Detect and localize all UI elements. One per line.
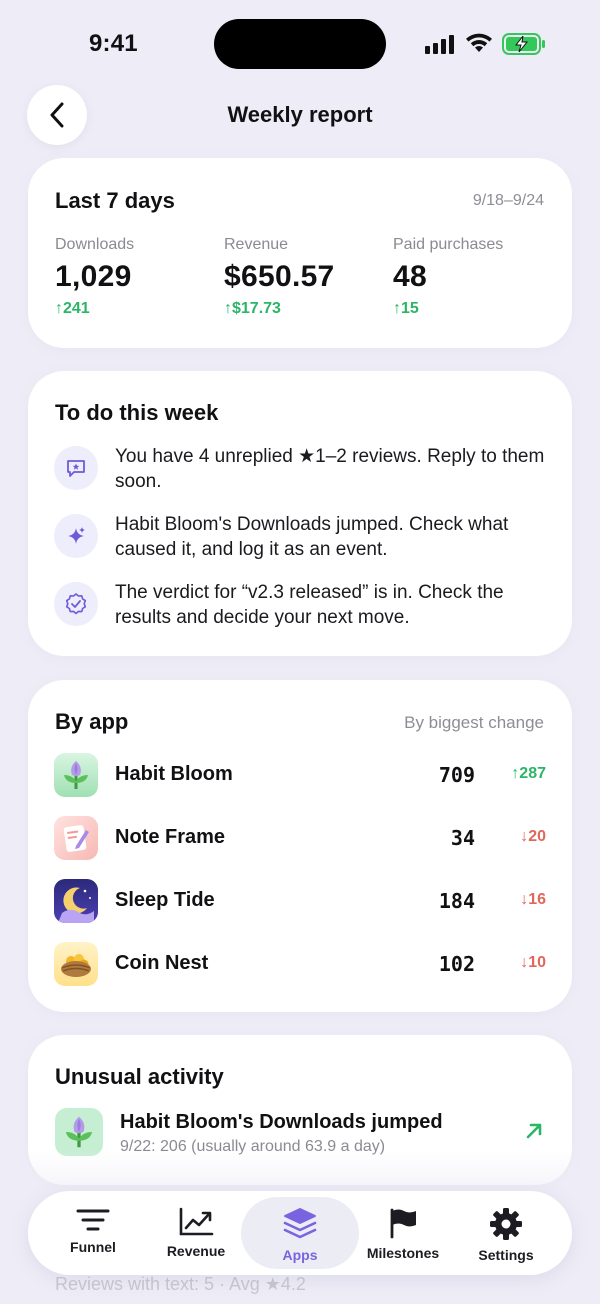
metric-label: Paid purchases	[393, 236, 504, 253]
metric-value: 48	[393, 260, 427, 293]
todo-text: The verdict for “v2.3 released” is in. C…	[115, 582, 504, 628]
tab-label: Revenue	[166, 1243, 226, 1259]
app-change: ↓20	[520, 828, 546, 845]
app-row-coin-nest[interactable]: Coin Nest 102 ↓10	[54, 942, 546, 986]
app-value: 184	[438, 889, 475, 913]
summary-card: Last 7 days 9/18–9/24 Downloads 1,029 ↑2…	[28, 158, 572, 348]
metric-change: ↑241	[55, 300, 90, 317]
todo-item-downloads-jump[interactable]: Habit Bloom's Downloads jumped. Check wh…	[54, 514, 554, 562]
app-row-habit-bloom[interactable]: Habit Bloom 709 ↑287	[54, 753, 546, 797]
app-row-sleep-tide[interactable]: Sleep Tide 184 ↓16	[54, 879, 546, 923]
by-app-card: By app By biggest change Habit Bloom 709…	[28, 680, 572, 1012]
app-name: Habit Bloom	[115, 763, 233, 785]
tab-funnel[interactable]: Funnel	[41, 1191, 145, 1275]
metric-change: ↑$17.73	[224, 300, 281, 317]
habit-bloom-app-icon	[55, 1108, 103, 1156]
dynamic-island	[214, 19, 386, 69]
by-app-title: By app	[55, 709, 129, 734]
app-change: ↓10	[520, 954, 546, 971]
tab-label: Milestones	[366, 1245, 440, 1261]
gear-icon	[490, 1208, 522, 1240]
sparkle-icon	[54, 514, 98, 558]
metric-change: ↑15	[393, 300, 419, 317]
apps-stack-icon	[283, 1208, 317, 1239]
metric-downloads: Downloads 1,029 ↑241	[55, 236, 134, 318]
app-row-note-frame[interactable]: Note Frame 34 ↓20	[54, 816, 546, 860]
todo-text: You have 4 unreplied ★1–2 reviews. Reply…	[115, 446, 545, 492]
funnel-icon	[76, 1209, 110, 1231]
verified-badge-icon	[54, 582, 98, 626]
metric-label: Revenue	[224, 236, 289, 253]
note-frame-app-icon	[54, 816, 98, 860]
tab-bar: Funnel Revenue Apps Milestones Settings	[28, 1191, 572, 1275]
tab-milestones[interactable]: Milestones	[351, 1191, 455, 1275]
tab-label: Funnel	[70, 1239, 116, 1255]
metric-revenue: Revenue $650.57 ↑$17.73	[224, 236, 335, 318]
app-change: ↓16	[520, 891, 546, 908]
app-value: 34	[450, 826, 475, 850]
status-bar: 9:41	[0, 0, 600, 90]
app-name: Coin Nest	[115, 952, 209, 974]
todo-item-verdict[interactable]: The verdict for “v2.3 released” is in. C…	[54, 582, 554, 630]
battery-charging-icon	[502, 33, 545, 55]
tab-apps[interactable]: Apps	[241, 1197, 359, 1269]
flag-icon	[390, 1208, 416, 1239]
tab-settings[interactable]: Settings	[454, 1191, 558, 1275]
habit-bloom-app-icon	[54, 753, 98, 797]
app-change: ↑287	[511, 765, 546, 782]
cellular-signal-icon	[425, 34, 454, 54]
unusual-item-title[interactable]: Habit Bloom's Downloads jumped	[120, 1111, 443, 1134]
todo-item-reviews[interactable]: You have 4 unreplied ★1–2 reviews. Reply…	[54, 446, 554, 494]
app-name: Note Frame	[115, 826, 226, 848]
status-time: 9:41	[89, 30, 138, 57]
metric-label: Downloads	[55, 236, 135, 253]
unusual-activity-title: Unusual activity	[55, 1064, 224, 1089]
reviews-summary-text: Reviews with text: 5 · Avg ★4.2	[55, 1274, 306, 1294]
todo-card: To do this week You have 4 unreplied ★1–…	[28, 371, 572, 656]
app-value: 102	[438, 952, 475, 976]
date-range: 9/18–9/24	[472, 192, 544, 209]
metric-value: $650.57	[224, 260, 335, 293]
coin-nest-app-icon	[54, 942, 98, 986]
tab-revenue[interactable]: Revenue	[144, 1191, 248, 1275]
tab-label: Apps	[282, 1247, 318, 1263]
app-value: 709	[438, 763, 475, 787]
wifi-icon	[466, 33, 492, 52]
page-title: Weekly report	[227, 102, 373, 127]
todo-title: To do this week	[55, 400, 219, 425]
app-name: Sleep Tide	[115, 889, 215, 911]
review-icon	[54, 446, 98, 490]
metric-paid-purchases: Paid purchases 48 ↑15	[393, 236, 503, 318]
revenue-chart-icon	[179, 1207, 214, 1236]
todo-text: Habit Bloom's Downloads jumped. Check wh…	[115, 514, 509, 560]
metric-value: 1,029	[55, 260, 132, 293]
summary-title: Last 7 days	[55, 188, 175, 213]
sleep-tide-app-icon	[54, 879, 98, 923]
arrow-up-right-icon[interactable]	[524, 1121, 544, 1141]
tab-label: Settings	[478, 1247, 534, 1263]
sort-selector[interactable]: By biggest change	[404, 713, 544, 733]
